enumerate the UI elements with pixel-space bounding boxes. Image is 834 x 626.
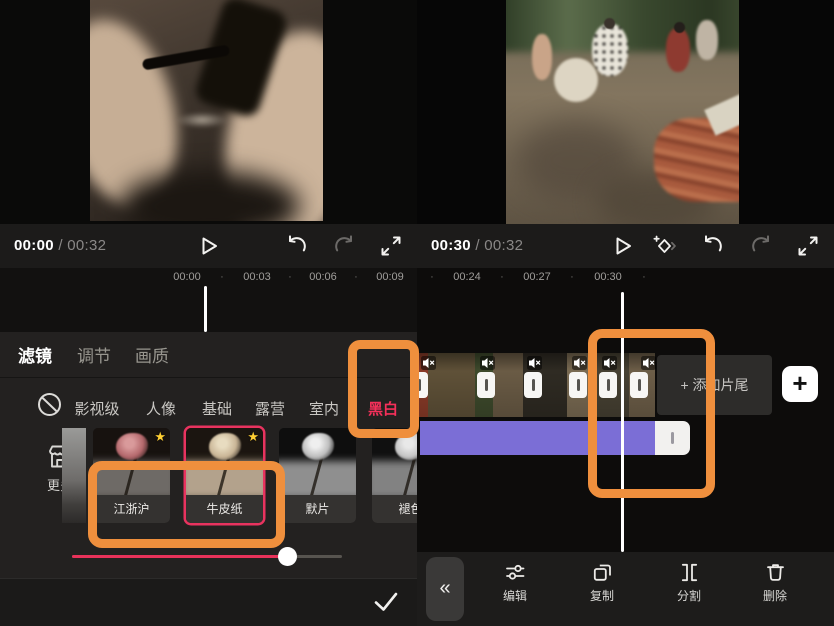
add-keyframe-icon[interactable] <box>651 233 677 259</box>
redo-icon[interactable] <box>748 233 774 259</box>
undo-icon[interactable] <box>284 233 310 259</box>
add-clip-button[interactable]: + <box>782 366 818 402</box>
total-time: / 00:32 <box>471 237 523 254</box>
ruler-label: 00:03 <box>243 271 271 283</box>
annotation-box-filter-tiles <box>88 461 285 548</box>
annotation-box-blackwhite-category <box>348 340 419 438</box>
filter-name: 褪色 <box>372 495 417 523</box>
fullscreen-icon[interactable] <box>378 233 404 259</box>
clip-muted-icon <box>480 356 495 370</box>
ruler-dot: · <box>354 271 358 283</box>
right-time-display: 00:30 / 00:32 <box>431 224 523 268</box>
ruler-dot: · <box>500 271 504 283</box>
filter-name: 默片 <box>279 495 356 523</box>
total-time: / 00:32 <box>54 237 106 254</box>
clip-muted-icon <box>527 356 542 370</box>
slider-fill <box>72 555 288 558</box>
filter-intensity-slider[interactable] <box>72 553 342 559</box>
adjust-sliders-icon <box>503 560 528 585</box>
left-time-display: 00:00 / 00:32 <box>14 224 106 268</box>
left-ruler: 00:00 · 00:03 · 00:06 · 00:09 <box>0 271 417 291</box>
slider-knob[interactable] <box>278 547 297 566</box>
filter-thumbnail <box>372 428 417 495</box>
filter-tile-tuise[interactable]: 褪色 <box>372 428 417 523</box>
ruler-label: 00:27 <box>523 271 551 283</box>
play-icon[interactable] <box>609 233 635 259</box>
clip-toolbar: « 编辑 复制 <box>417 552 834 626</box>
ruler-dot: · <box>430 271 434 283</box>
ruler-label: 00:09 <box>376 271 404 283</box>
ruler-label: 00:30 <box>594 271 622 283</box>
current-time: 00:30 <box>431 237 471 254</box>
current-time: 00:00 <box>14 237 54 254</box>
category-indoor[interactable]: 室内 <box>309 398 339 419</box>
category-cinematic[interactable]: 影视级 <box>74 398 119 419</box>
tool-label: 编辑 <box>483 587 547 604</box>
filter-tile-mopian[interactable]: 默片 <box>279 428 356 523</box>
video-editor-screen: 00:00 / 00:32 00:00 <box>0 0 834 626</box>
right-playback-bar: 00:30 / 00:32 <box>417 224 834 268</box>
previous-filter-edge[interactable] <box>62 428 86 523</box>
clip-muted-icon <box>421 356 436 370</box>
ruler-dot: · <box>570 271 574 283</box>
confirm-check-icon[interactable] <box>371 587 401 617</box>
edit-tool[interactable]: 编辑 <box>483 560 547 604</box>
favorite-star-icon: ★ <box>154 429 166 445</box>
tab-filter[interactable]: 滤镜 <box>18 342 52 367</box>
collapse-toolbar-button[interactable]: « <box>426 557 464 621</box>
right-video-preview[interactable] <box>506 0 739 225</box>
ruler-label: 00:00 <box>173 271 201 283</box>
left-timeline-ruler[interactable]: 00:00 · 00:03 · 00:06 · 00:09 <box>0 268 417 332</box>
preview-person <box>696 20 718 60</box>
undo-icon[interactable] <box>700 233 726 259</box>
preview-person <box>532 34 552 80</box>
tool-label: 分割 <box>657 587 721 604</box>
transition-marker[interactable] <box>569 372 587 398</box>
ruler-dot: · <box>642 271 646 283</box>
duplicate-icon <box>590 560 615 585</box>
split-tool[interactable]: 分割 <box>657 560 721 604</box>
right-ruler: · 00:24 · 00:27 · 00:30 · <box>417 271 834 291</box>
preview-sack <box>554 58 598 102</box>
tab-adjust[interactable]: 调节 <box>77 342 111 367</box>
ruler-label: 00:24 <box>453 271 481 283</box>
delete-tool[interactable]: 删除 <box>743 560 807 604</box>
split-brackets-icon <box>677 560 702 585</box>
transition-marker[interactable] <box>524 372 542 398</box>
right-editor-screen: 00:30 / 00:32 <box>417 0 834 626</box>
clip-muted-icon <box>572 356 587 370</box>
ruler-dot: · <box>288 271 292 283</box>
filter-thumbnail <box>279 428 356 495</box>
transition-marker[interactable] <box>477 372 495 398</box>
preview-dust <box>176 112 228 128</box>
left-playback-bar: 00:00 / 00:32 <box>0 224 417 268</box>
tool-label: 删除 <box>743 587 807 604</box>
category-camping[interactable]: 露营 <box>255 398 285 419</box>
tab-quality[interactable]: 画质 <box>135 342 169 367</box>
fullscreen-icon[interactable] <box>795 233 821 259</box>
ruler-dot: · <box>220 271 224 283</box>
copy-tool[interactable]: 复制 <box>570 560 634 604</box>
favorite-star-icon: ★ <box>247 429 259 445</box>
annotation-box-timeline-region <box>588 329 715 498</box>
left-video-preview[interactable] <box>90 0 323 221</box>
category-basic[interactable]: 基础 <box>202 398 232 419</box>
redo-icon[interactable] <box>331 233 357 259</box>
preview-person <box>592 24 628 76</box>
tool-label: 复制 <box>570 587 634 604</box>
play-icon[interactable] <box>195 233 221 259</box>
category-portrait[interactable]: 人像 <box>146 398 176 419</box>
panel-footer <box>0 579 417 626</box>
left-playhead <box>204 286 207 332</box>
trash-icon <box>763 560 788 585</box>
preview-person <box>666 28 690 72</box>
no-filter-icon[interactable] <box>36 391 63 418</box>
ruler-label: 00:06 <box>309 271 337 283</box>
